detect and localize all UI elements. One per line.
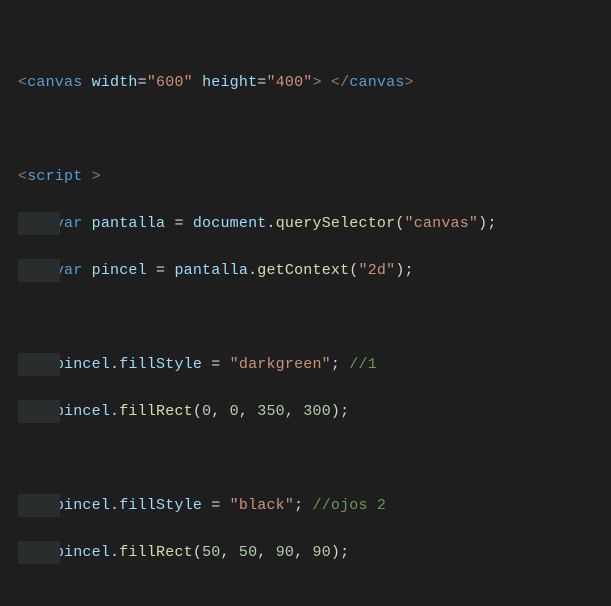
code-line: pincel.fillStyle = "darkgreen"; //1 [18, 353, 611, 377]
code-line: var pantalla = document.querySelector("c… [18, 212, 611, 236]
indent-guide [18, 400, 60, 424]
code-line: <script > [18, 165, 611, 189]
code-line [18, 588, 611, 606]
code-line [18, 447, 611, 471]
code-editor[interactable]: <canvas width="600" height="400"> </canv… [0, 0, 611, 606]
tag-open: < [18, 74, 27, 91]
code-line [18, 118, 611, 142]
indent-guide [18, 259, 60, 283]
code-line: pincel.fillRect(50, 50, 90, 90); [18, 541, 611, 565]
comment: //1 [349, 356, 377, 373]
indent-guide [18, 494, 60, 518]
indent-guide [18, 541, 60, 565]
indent-guide [18, 212, 60, 236]
indent-guide [18, 353, 60, 377]
comment: //ojos 2 [313, 497, 387, 514]
code-line [18, 306, 611, 330]
code-line: pincel.fillRect(0, 0, 350, 300); [18, 400, 611, 424]
code-line: <canvas width="600" height="400"> </canv… [18, 71, 611, 95]
code-line: pincel.fillStyle = "black"; //ojos 2 [18, 494, 611, 518]
code-line: var pincel = pantalla.getContext("2d"); [18, 259, 611, 283]
